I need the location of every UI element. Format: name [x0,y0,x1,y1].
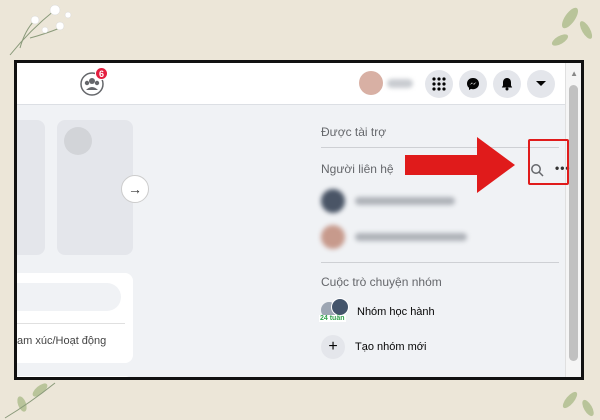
menu-button[interactable] [425,70,453,98]
divider [17,323,125,324]
scrollbar-thumb[interactable] [569,85,578,361]
feeling-activity-button[interactable]: am xúc/Hoạt động [17,335,106,347]
profile-name [387,79,413,88]
composer-input[interactable] [17,283,121,311]
contact-name [355,233,467,241]
group-chat-item[interactable]: 24 tuần Nhóm học hành [319,298,541,326]
account-caret-icon [536,81,546,86]
post-composer: am xúc/Hoạt động [17,273,133,363]
top-navigation-bar: 6 [17,63,565,105]
group-chat-label: Nhóm học hành [357,306,435,318]
menu-grid-icon [432,77,446,91]
story-card[interactable] [17,120,45,255]
account-menu-button[interactable] [527,70,555,98]
group-active-time: 24 tuần [319,315,346,322]
create-group-button[interactable]: + Tạo nhóm mới [321,335,541,363]
profile-button[interactable] [359,71,415,97]
more-options-highlight [528,139,569,185]
avatar [359,71,383,95]
create-group-label: Tạo nhóm mới [355,341,427,353]
stories-next-button[interactable]: → [121,175,149,203]
leaf-decoration-icon [551,7,593,46]
divider [321,262,559,263]
leaf-decoration-icon [562,391,594,417]
notification-badge: 6 [95,67,108,80]
messenger-icon [467,78,479,90]
avatar [64,127,92,155]
feed-post-card [17,376,133,377]
avatar [321,189,345,213]
contact-name [355,197,455,205]
browser-screenshot-frame: 6 ▲ → am xúc/Hoạt động Được tài trợ Ngườ… [14,60,584,380]
arrow-right-icon: → [128,181,142,197]
sponsored-heading: Được tài trợ [321,125,387,139]
contacts-heading: Người liên hệ [321,162,394,176]
notifications-bell-icon [501,78,513,91]
red-arrow-annotation [405,137,515,193]
avatar [321,225,345,249]
scrollbar[interactable]: ▲ [565,63,581,377]
contact-item[interactable] [321,223,521,251]
notifications-button[interactable] [493,70,521,98]
plus-icon: + [321,335,345,359]
scroll-up-arrow-icon[interactable]: ▲ [570,69,578,78]
leaf-decoration-icon [4,382,56,419]
group-chats-heading: Cuộc trò chuyện nhóm [321,275,442,289]
flower-decoration-icon [9,4,72,56]
messenger-button[interactable] [459,70,487,98]
group-avatar: 24 tuần [319,298,349,322]
